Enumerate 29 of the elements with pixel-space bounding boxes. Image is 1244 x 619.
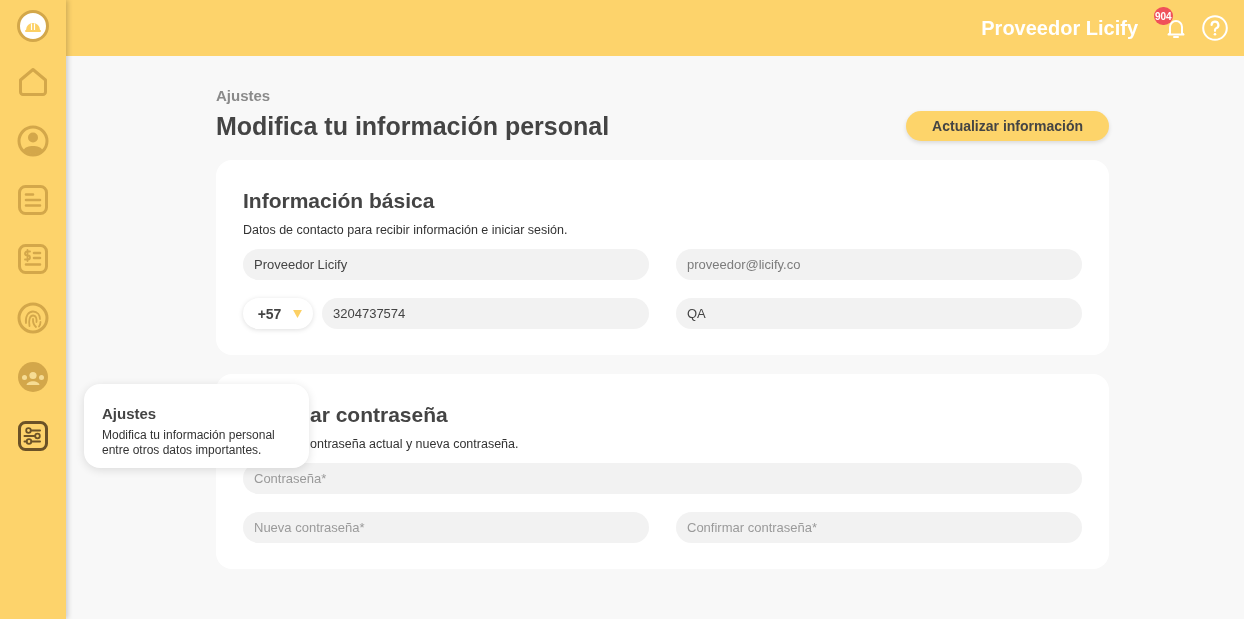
invoice-icon [17, 243, 49, 275]
house-icon [17, 66, 49, 98]
help-icon[interactable] [1202, 15, 1228, 41]
notification-badge: 904 [1154, 7, 1173, 25]
breadcrumb: Ajustes [216, 87, 271, 105]
user-name: Proveedor Licify [981, 16, 1138, 40]
input-field[interactable]: Contraseña* [243, 463, 1082, 494]
input-field[interactable]: Nueva contraseña* [243, 512, 649, 543]
section-title: ar contraseña [310, 402, 448, 428]
helmet-logo-icon[interactable] [17, 10, 49, 42]
fingerprint-icon [17, 302, 49, 334]
input-field[interactable]: Confirmar contraseña* [676, 512, 1082, 543]
section-title: Información básica [243, 188, 435, 214]
group-icon [17, 361, 49, 393]
tooltip-title: Ajustes [102, 404, 157, 423]
section-subtitle: Datos de contacto para recibir información e iniciar sesión. [243, 222, 568, 238]
sidebar-item[interactable] [15, 418, 51, 454]
phone-field[interactable]: 3204737574 [322, 298, 649, 329]
page-title: Modifica tu información personal [216, 111, 610, 141]
section-subtitle: ontraseña actual y nueva contraseña. [310, 436, 519, 452]
caret-icon [293, 309, 303, 318]
sliders-icon [17, 420, 49, 452]
input-field[interactable]: Proveedor Licify [243, 249, 649, 280]
user-icon [17, 125, 49, 157]
tooltip-text: Modifica tu información personal entre otros datos importantes. [102, 428, 276, 458]
input-field[interactable]: QA [676, 298, 1082, 329]
document-icon [17, 184, 49, 216]
update-button[interactable]: Actualizar información [906, 111, 1109, 141]
country-code-dropdown[interactable]: +57 [243, 298, 313, 329]
